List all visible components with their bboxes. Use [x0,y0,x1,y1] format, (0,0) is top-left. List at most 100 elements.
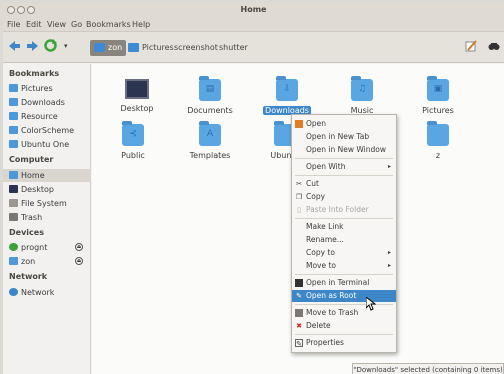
file-item-public[interactable]: ⊰ Public [103,121,163,160]
drive-icon [9,243,18,251]
sidebar-item-trash[interactable]: Trash [9,211,89,224]
sidebar-item-zon[interactable]: zon ⏏ [9,255,89,268]
properties-icon: ✎ [295,339,303,348]
context-menu: Open Open in New Tab Open in New Window … [291,114,397,353]
menu-item-cut[interactable]: ✂ Cut [292,178,396,190]
menu-item-open-new-tab[interactable]: Open in New Tab [292,131,396,143]
home-icon [9,171,18,179]
menu-item-open[interactable]: Open [292,118,396,130]
menu-item-copy[interactable]: ❐ Copy [292,191,396,203]
reload-icon[interactable] [44,39,57,52]
documents-folder-icon: ▤ [199,76,221,101]
menu-item-make-link[interactable]: Make Link [292,221,396,233]
desktop-icon [9,185,18,193]
menu-item-paste-into-folder[interactable]: ▯ Paste Into Folder [292,204,396,216]
trash-icon [9,213,18,221]
folder-icon [9,112,18,120]
folder-icon [9,84,18,92]
file-manager-window: Home File Edit View Go Bookmarks Help ▾ … [3,3,504,374]
menu-go[interactable]: Go [71,20,82,29]
network-icon [9,288,18,296]
status-bar: "Downloads" selected (containing 0 items… [352,363,504,374]
folder-icon [9,98,18,106]
breadcrumb-zon[interactable]: zon [90,40,127,56]
breadcrumb-shutter[interactable]: shutter [219,40,248,56]
mouse-pointer-icon [366,297,376,311]
menu-item-rename[interactable]: Rename... [292,234,396,246]
sidebar-item-network[interactable]: Network [9,286,89,299]
menu-item-copy-to[interactable]: Copy to ▸ [292,247,396,259]
menu-separator [295,334,393,335]
breadcrumb-pictures[interactable]: Pictures [126,40,174,56]
forward-icon[interactable] [27,41,38,51]
folder-icon [128,43,139,52]
file-item-templates[interactable]: A Templates [180,121,240,160]
titlebar: Home [3,3,504,18]
downloads-folder-icon: ⇩ [276,76,298,101]
scissors-icon: ✂ [296,180,302,188]
public-folder-icon: ⊰ [122,121,144,146]
delete-icon: ✖ [296,322,302,330]
drive-icon [9,257,18,265]
menu-separator [295,274,393,275]
history-dropdown-icon[interactable]: ▾ [64,42,68,50]
copy-icon: ❐ [295,193,303,201]
menu-separator [295,158,393,159]
submenu-arrow-icon: ▸ [387,262,391,269]
menu-file[interactable]: File [7,20,20,29]
sidebar-item-colorscheme[interactable]: ColorScheme [9,124,89,137]
file-item-z[interactable]: z [408,121,468,160]
menu-separator [295,304,393,305]
folder-icon [9,126,18,134]
menu-help[interactable]: Help [132,20,150,29]
menu-item-open-new-window[interactable]: Open in New Window [292,144,396,156]
menu-item-open-with[interactable]: Open With ▸ [292,161,396,173]
terminal-icon [295,279,303,287]
menu-item-open-in-terminal[interactable]: Open in Terminal [292,277,396,289]
window-title: Home [240,5,267,14]
sidebar-heading-computer: Computer [9,155,54,164]
open-icon [295,120,303,128]
sidebar-heading-bookmarks: Bookmarks [9,69,60,78]
sidebar-item-prognt[interactable]: prognt ⏏ [9,241,89,254]
sidebar-item-ubuntu-one[interactable]: Ubuntu One [9,138,89,151]
folder-icon [427,121,449,146]
menu-edit[interactable]: Edit [26,20,42,29]
file-label: Templates [189,151,231,160]
menu-item-properties[interactable]: ✎ Properties [292,337,396,349]
edit-location-icon[interactable] [465,40,477,52]
file-item-desktop[interactable]: Desktop [107,79,167,113]
toolbar: ▾ zon Pictures screenshot shutter [3,32,504,63]
sidebar-item-desktop[interactable]: Desktop [9,183,89,196]
sidebar-item-pictures[interactable]: Pictures [9,82,89,95]
eject-icon[interactable]: ⏏ [75,243,83,251]
file-label: Desktop [120,104,154,113]
submenu-arrow-icon: ▸ [387,249,391,256]
sidebar-heading-devices: Devices [9,228,44,237]
sidebar-item-downloads[interactable]: Downloads [9,96,89,109]
back-icon[interactable] [9,41,20,51]
search-icon[interactable] [488,40,500,52]
file-label: Documents [187,106,233,115]
templates-folder-icon: A [199,121,221,146]
file-item-music[interactable]: ♫ Music [332,76,392,115]
sidebar-item-file-system[interactable]: File System [9,197,89,210]
breadcrumb-screenshot[interactable]: screenshot [174,40,218,56]
file-label: Pictures [422,106,454,115]
file-item-documents[interactable]: ▤ Documents [180,76,240,115]
drive-icon [94,43,105,52]
menu-item-delete[interactable]: ✖ Delete [292,320,396,332]
sidebar-item-home[interactable]: Home [3,169,91,182]
menu-item-move-to[interactable]: Move to ▸ [292,260,396,272]
menu-view[interactable]: View [47,20,66,29]
file-item-pictures[interactable]: ▣ Pictures [408,76,468,115]
menu-bookmarks[interactable]: Bookmarks [86,20,131,29]
menu-item-move-to-trash[interactable]: Move to Trash [292,307,396,319]
sidebar-heading-network: Network [9,272,48,281]
eject-icon[interactable]: ⏏ [75,257,83,265]
trash-icon [295,309,303,317]
sidebar-item-resource[interactable]: Resource [9,110,89,123]
menu-item-open-as-root[interactable]: ✎ Open as Root [292,290,396,302]
file-item-downloads[interactable]: ⇩ Downloads [257,76,317,115]
paste-icon: ▯ [297,206,301,214]
